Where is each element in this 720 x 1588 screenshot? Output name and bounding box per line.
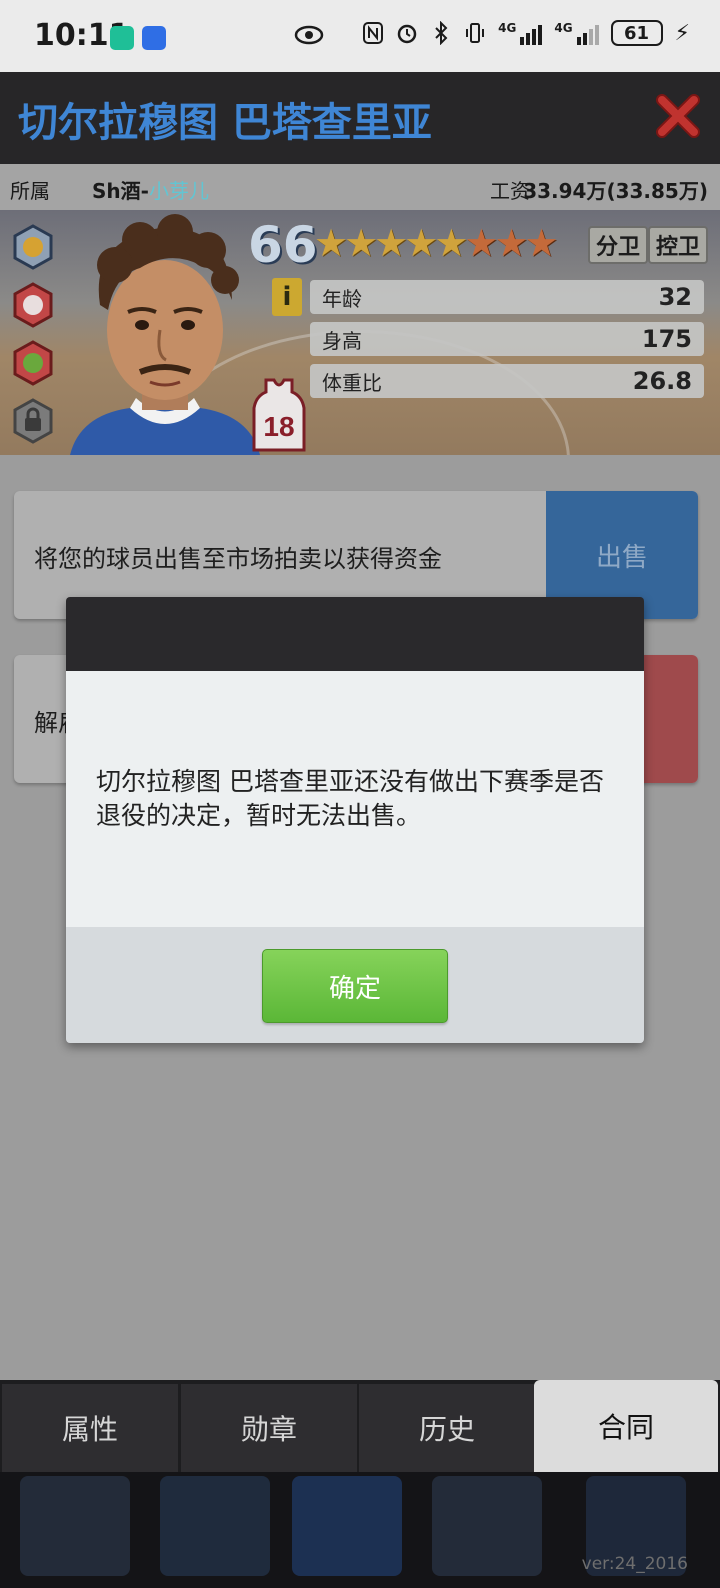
sell-description: 将您的球员出售至市场拍卖以获得资金 [34, 545, 442, 573]
star-gold-icon: ★ [404, 221, 439, 265]
release-button[interactable] [640, 655, 698, 783]
jersey-icon: 18 [252, 378, 306, 452]
jersey-number: 18 [263, 411, 294, 442]
info-icon[interactable]: i [272, 278, 302, 316]
star-orange-icon: ★ [524, 221, 559, 265]
star-gold-icon: ★ [344, 221, 379, 265]
stat-weight-row: 体重比 26.8 [310, 364, 704, 398]
tab-contract[interactable]: 合同 [534, 1380, 718, 1472]
red-skill-badge-icon [13, 282, 53, 328]
notification-app-icon [110, 26, 134, 50]
alert-dialog: 切尔拉穆图 巴塔查里亚还没有做出下赛季是否退役的决定，暂时无法出售。 确定 [66, 597, 644, 1043]
star-rating: ★ ★ ★ ★ ★ ★ ★ ★ [314, 221, 559, 265]
ownership-salary-bar: 所属 Sh酒-小芽儿 工资 33.94万(33.85万) [0, 164, 720, 210]
locked-badge-icon [13, 398, 53, 444]
notification-app-icon-2 [142, 26, 166, 50]
owner-name: Sh酒-小芽儿 [92, 179, 209, 203]
position-badge-sg: 分卫 [588, 226, 649, 264]
gold-medal-badge-icon [13, 224, 53, 270]
player-avatar [70, 214, 260, 455]
dialog-footer: 确定 [66, 927, 644, 1043]
stat-label: 体重比 [322, 370, 382, 395]
signal-icon-1: 4G [498, 21, 543, 45]
version-label: ver:24_2016 [581, 1554, 688, 1574]
confirm-button[interactable]: 确定 [262, 949, 448, 1023]
tab-medals[interactable]: 勋章 [181, 1384, 357, 1472]
tab-bar: 属性 勋章 历史 合同 [0, 1380, 720, 1472]
star-gold-icon: ★ [434, 221, 469, 265]
player-card: 66 ★ ★ ★ ★ ★ ★ ★ ★ 分卫 控卫 i 年龄 32 身高 175 … [0, 210, 720, 455]
nav-team-icon[interactable] [20, 1476, 130, 1576]
charging-icon: ⚡ [674, 20, 690, 46]
nav-home-icon[interactable] [292, 1476, 402, 1576]
stat-height-row: 身高 175 [310, 322, 704, 356]
close-x-icon[interactable] [654, 92, 702, 140]
player-name-title: 切尔拉穆图 巴塔查里亚 [18, 100, 432, 146]
signal-icon-2: 4G [554, 21, 599, 45]
star-orange-icon: ★ [494, 221, 529, 265]
stat-value: 26.8 [632, 367, 692, 395]
stat-age-row: 年龄 32 [310, 280, 704, 314]
eye-icon [294, 25, 324, 45]
stat-value: 175 [641, 325, 692, 353]
alarm-icon [397, 24, 417, 44]
bluetooth-icon [435, 21, 448, 45]
player-header: 切尔拉穆图 巴塔查里亚 [0, 72, 720, 164]
bottom-navigation: ver:24_2016 [0, 1472, 720, 1588]
star-gold-icon: ★ [314, 221, 349, 265]
owner-label: 所属 [10, 179, 50, 203]
status-bar: 10:11 4G 4G 61 ⚡ [0, 0, 720, 72]
overall-rating: 66 [248, 216, 318, 274]
vibrate-icon [466, 23, 485, 43]
stat-value: 32 [658, 283, 692, 311]
salary-value: 33.94万(33.85万) [523, 179, 708, 203]
dialog-header [66, 597, 644, 671]
stat-label: 身高 [322, 328, 362, 353]
owner-nick: 小芽儿 [148, 179, 209, 203]
tab-attributes[interactable]: 属性 [2, 1384, 178, 1472]
battery-indicator: 61 [610, 20, 663, 46]
green-skill-badge-icon [13, 340, 53, 386]
nav-finance-icon[interactable] [160, 1476, 270, 1576]
position-badge-pg: 控卫 [648, 226, 709, 264]
nav-trophy-icon[interactable] [432, 1476, 542, 1576]
tab-history[interactable]: 历史 [359, 1384, 535, 1472]
star-gold-icon: ★ [374, 221, 409, 265]
dialog-message: 切尔拉穆图 巴塔查里亚还没有做出下赛季是否退役的决定，暂时无法出售。 [66, 671, 644, 927]
nfc-icon [363, 22, 384, 44]
star-orange-icon: ★ [464, 221, 499, 265]
stat-label: 年龄 [322, 286, 362, 311]
